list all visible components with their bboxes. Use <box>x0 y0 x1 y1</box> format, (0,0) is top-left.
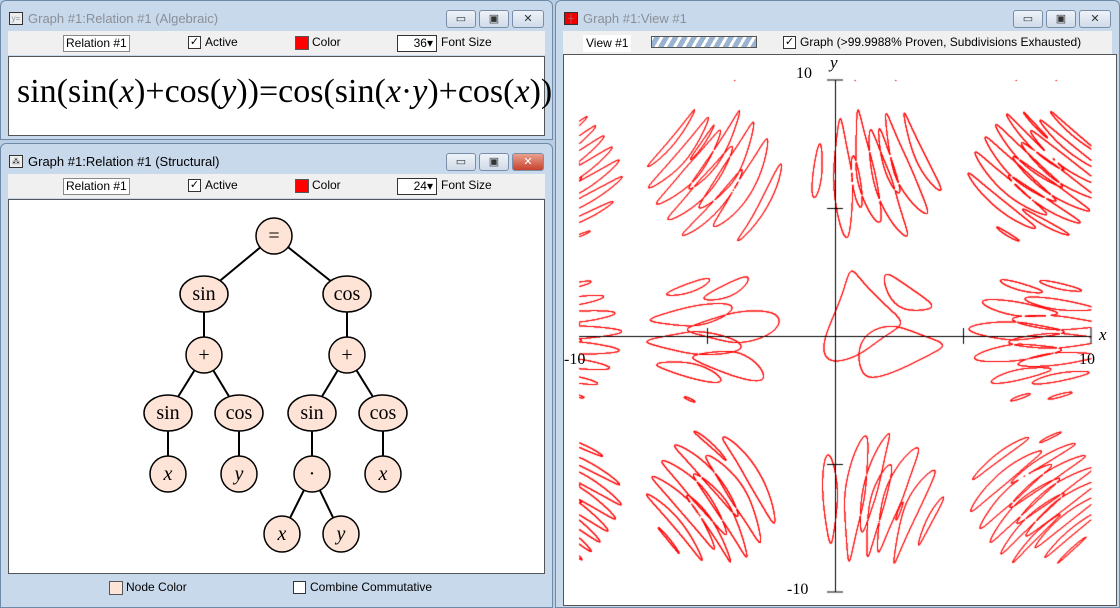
view-name-field[interactable]: View #1 <box>583 35 632 52</box>
node-color-button[interactable]: Node Color <box>109 580 187 595</box>
window-title: ┼ Graph #1:View #1 <box>564 11 687 26</box>
font-size-value: 36 <box>413 36 427 50</box>
node-label: sin <box>192 283 215 305</box>
formula-area: sin(sin(x)+cos(y))=cos(sin(x·y)+cos(x)) <box>8 56 552 136</box>
font-size-value: 24 <box>413 179 427 193</box>
progress-bar <box>651 36 757 48</box>
tree-node[interactable]: sin <box>179 275 229 313</box>
formula: sin(sin(x)+cos(y))=cos(sin(x·y)+cos(x)) <box>17 73 553 110</box>
node-label: y <box>335 523 346 545</box>
minimize-button[interactable]: ▭ <box>446 153 476 171</box>
x-max-label: 10 <box>1079 351 1095 368</box>
tree-node[interactable]: cos <box>322 275 372 313</box>
active-label: Active <box>205 35 238 49</box>
y-min-label: -10 <box>787 581 809 598</box>
active-checkbox[interactable]: ✓ Active <box>188 178 238 193</box>
color-swatch <box>295 178 309 193</box>
window-title: ⁂ Graph #1:Relation #1 (Structural) <box>9 154 219 169</box>
node-label: cos <box>334 283 361 305</box>
node-label: y <box>233 463 244 485</box>
view-window: ┼ Graph #1:View #1 ▭ ▣ ✕ View #1 ✓ Graph (>9… <box>555 0 1120 608</box>
node-label: sin <box>300 402 323 424</box>
structural-window: ⁂ Graph #1:Relation #1 (Structural) ▭ ▣ ✕ R… <box>0 143 553 608</box>
node-color-swatch <box>109 580 123 595</box>
node-label: sin <box>156 402 179 424</box>
close-button[interactable]: ✕ <box>512 153 544 171</box>
check-icon: ✓ <box>188 36 201 50</box>
font-size-label: Font Size <box>441 178 492 192</box>
tree-area: = sin cos + + sin cos sin cos x y · x x y <box>8 199 545 574</box>
font-size-dropdown[interactable]: 24▾ <box>397 178 437 195</box>
relation-name-field[interactable]: Relation #1 <box>63 178 130 195</box>
node-label: x <box>277 523 287 545</box>
toolbar: View #1 ✓ Graph (>99.9988% Proven, Subdiv… <box>563 31 1112 55</box>
font-size-label: Font Size <box>441 35 492 49</box>
maximize-button[interactable]: ▣ <box>479 10 509 28</box>
y-max-label: 10 <box>796 65 812 82</box>
relation-name-field[interactable]: Relation #1 <box>63 35 130 52</box>
algebraic-icon: y= <box>9 12 23 25</box>
node-label: + <box>341 344 352 366</box>
tree-node[interactable]: x <box>364 455 402 493</box>
node-label: cos <box>226 402 253 424</box>
minimize-button[interactable]: ▭ <box>1013 10 1043 28</box>
checkbox-box <box>293 581 306 595</box>
tree-node[interactable]: x <box>149 455 187 493</box>
color-label: Color <box>312 178 341 192</box>
close-button[interactable]: ✕ <box>1079 10 1111 28</box>
color-swatch <box>295 35 309 50</box>
tree-node[interactable]: + <box>328 336 366 374</box>
title-text: Graph #1:Relation #1 (Structural) <box>28 154 220 169</box>
maximize-button[interactable]: ▣ <box>1046 10 1076 28</box>
implicit-curve-plot[interactable] <box>564 55 1118 605</box>
x-axis-label: x <box>1099 325 1107 344</box>
tree-node[interactable]: y <box>322 515 360 553</box>
node-label: cos <box>370 402 397 424</box>
maximize-button[interactable]: ▣ <box>479 153 509 171</box>
plot-area[interactable]: 10 y -10 -10 10 x <box>563 53 1118 606</box>
color-label: Color <box>312 35 341 49</box>
title-text: Graph #1:Relation #1 (Algebraic) <box>28 11 219 26</box>
title-text: Graph #1:View #1 <box>583 11 687 26</box>
tree-icon: ⁂ <box>9 155 23 168</box>
node-color-label: Node Color <box>126 580 187 594</box>
window-title: y= Graph #1:Relation #1 (Algebraic) <box>9 11 218 26</box>
tree-node[interactable]: sin <box>287 394 337 432</box>
tree-node[interactable]: x <box>263 515 301 553</box>
tree-node[interactable]: y <box>220 455 258 493</box>
active-label: Active <box>205 178 238 192</box>
font-size-dropdown[interactable]: 36▾ <box>397 35 437 52</box>
algebraic-window: y= Graph #1:Relation #1 (Algebraic) ▭ ▣ ✕ R… <box>0 0 553 140</box>
expression-tree: = sin cos + + sin cos sin cos x y · x x y <box>143 217 408 553</box>
graph-status-label: Graph (>99.9988% Proven, Subdivisions Ex… <box>800 35 1082 49</box>
tree-node[interactable]: cos <box>214 394 264 432</box>
tree-node[interactable]: + <box>185 336 223 374</box>
graph-checkbox[interactable]: ✓ Graph (>99.9988% Proven, Subdivisions E… <box>783 35 1082 50</box>
node-label: = <box>268 225 279 247</box>
y-axis-label: y <box>830 53 838 72</box>
x-min-label: -10 <box>564 351 586 368</box>
color-button[interactable]: Color <box>295 35 341 50</box>
close-button[interactable]: ✕ <box>512 10 544 28</box>
node-label: + <box>198 344 209 366</box>
tree-node[interactable]: · <box>293 455 331 493</box>
tree-node[interactable]: cos <box>358 394 408 432</box>
tree-node[interactable]: = <box>255 217 293 255</box>
node-label: x <box>163 463 173 485</box>
active-checkbox[interactable]: ✓ Active <box>188 35 238 50</box>
combine-commutative-checkbox[interactable]: Combine Commutative <box>293 580 433 595</box>
check-icon: ✓ <box>783 36 796 50</box>
graph-icon: ┼ <box>564 12 578 25</box>
combine-label: Combine Commutative <box>310 580 433 594</box>
minimize-button[interactable]: ▭ <box>446 10 476 28</box>
toolbar: Relation #1 ✓ Active Color 24▾ Font Size <box>8 174 545 198</box>
color-button[interactable]: Color <box>295 178 341 193</box>
check-icon: ✓ <box>188 179 201 193</box>
node-label: x <box>378 463 388 485</box>
toolbar: Relation #1 ✓ Active Color 36▾ Font Size <box>8 31 545 55</box>
node-label: · <box>309 463 316 485</box>
tree-node[interactable]: sin <box>143 394 193 432</box>
